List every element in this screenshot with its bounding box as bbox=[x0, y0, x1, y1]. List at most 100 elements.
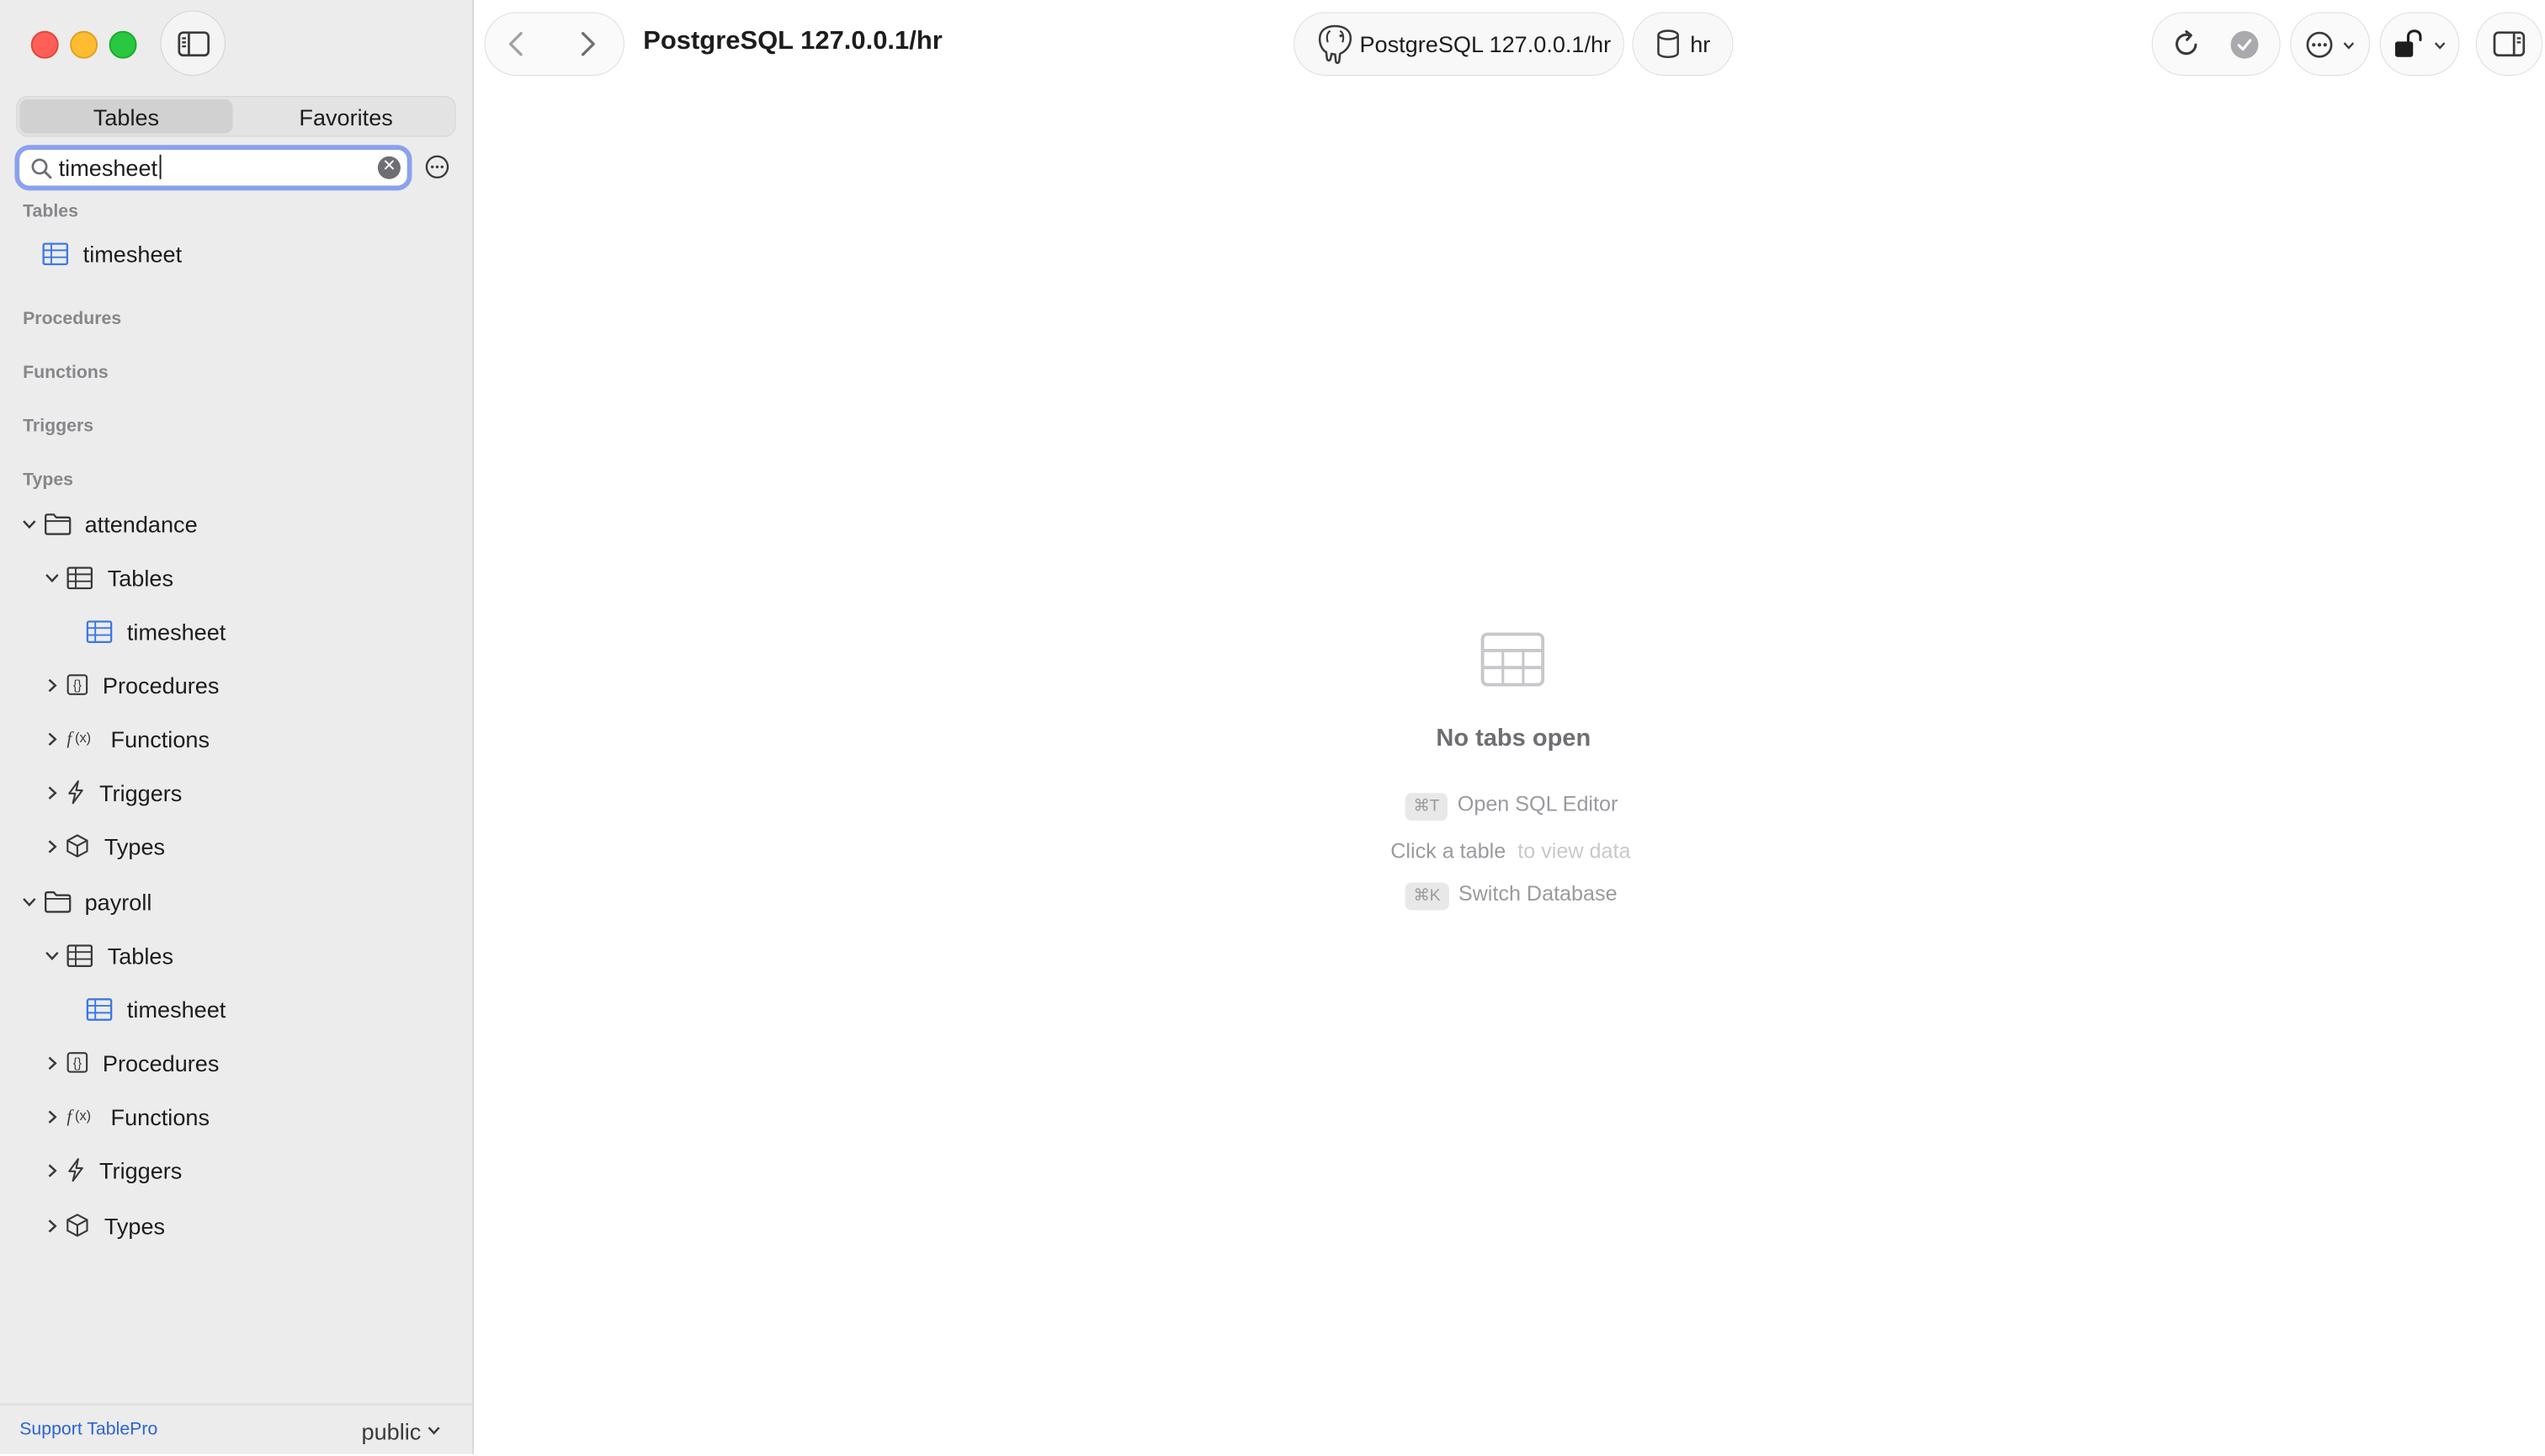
table-label: timesheet bbox=[82, 241, 183, 268]
close-icon: ✕ bbox=[382, 157, 396, 176]
chevron-down-icon bbox=[2434, 42, 2446, 50]
click-table-hint: Click a table to view data bbox=[1390, 838, 1630, 863]
more-options-button[interactable] bbox=[2291, 13, 2369, 75]
result-table-item[interactable]: timesheet bbox=[0, 236, 472, 273]
commit-button[interactable] bbox=[2230, 30, 2259, 59]
chevron-down-icon bbox=[45, 951, 59, 961]
shortcut-key: ⌘K bbox=[1405, 882, 1449, 911]
chevron-left-icon[interactable] bbox=[505, 31, 528, 57]
chevron-down-icon bbox=[427, 1427, 439, 1435]
cube-icon bbox=[66, 834, 88, 858]
folder-types[interactable]: Types bbox=[0, 1209, 472, 1245]
bolt-icon bbox=[68, 780, 83, 805]
chevron-right-icon bbox=[48, 678, 57, 693]
checkmark-icon bbox=[2237, 39, 2252, 51]
ellipsis-circle-icon bbox=[2306, 31, 2333, 58]
folder-icon bbox=[45, 513, 72, 535]
function-icon: f (x) bbox=[66, 1106, 91, 1126]
chevron-right-icon bbox=[48, 1056, 57, 1071]
section-label-functions: Functions bbox=[23, 363, 109, 383]
support-link[interactable]: Support TablePro bbox=[19, 1420, 157, 1439]
section-label-procedures: Procedures bbox=[23, 309, 122, 329]
table-label: timesheet bbox=[126, 996, 226, 1023]
sidebar-footer: Support TablePro public bbox=[0, 1403, 473, 1456]
svg-text:f: f bbox=[66, 1106, 74, 1126]
folder-types[interactable]: Types bbox=[0, 829, 472, 865]
table-item[interactable]: timesheet bbox=[0, 991, 472, 1028]
zoom-window-button[interactable] bbox=[109, 30, 137, 59]
table-icon bbox=[42, 242, 69, 266]
chevron-right-icon bbox=[48, 1220, 57, 1233]
chevron-right-icon bbox=[48, 840, 57, 853]
folder-tables[interactable]: Tables bbox=[0, 938, 472, 974]
window-title: PostgreSQL 127.0.0.1/hr bbox=[643, 27, 943, 56]
empty-state-title: No tabs open bbox=[1436, 724, 1591, 752]
refresh-commit-group bbox=[2152, 13, 2280, 75]
folder-tables[interactable]: Tables bbox=[0, 561, 472, 597]
ellipsis-circle-icon[interactable] bbox=[425, 155, 449, 179]
hint-label: Switch Database bbox=[1458, 880, 1618, 906]
svg-text:{}: {} bbox=[73, 1056, 82, 1071]
tab-favorites[interactable]: Favorites bbox=[239, 99, 452, 134]
search-input[interactable]: timesheet bbox=[59, 154, 161, 181]
schema-label: payroll bbox=[84, 889, 152, 916]
folder-procedures[interactable]: {} Procedures bbox=[0, 667, 472, 704]
sidebar-toggle-button[interactable] bbox=[161, 11, 225, 75]
sidebar-right-icon bbox=[2493, 31, 2526, 57]
folder-icon bbox=[45, 891, 72, 913]
tab-tables[interactable]: Tables bbox=[19, 99, 233, 134]
procedure-icon: {} bbox=[66, 674, 88, 695]
table-icon bbox=[86, 998, 113, 1021]
connection-button[interactable]: PostgreSQL 127.0.0.1/hr bbox=[1294, 13, 1623, 75]
table-label: timesheet bbox=[126, 619, 226, 646]
table-icon bbox=[86, 620, 113, 644]
schema-attendance[interactable]: attendance bbox=[0, 507, 472, 543]
chevron-right-icon bbox=[48, 786, 57, 800]
chevron-right-icon[interactable] bbox=[576, 31, 599, 57]
schema-selector[interactable]: public bbox=[362, 1418, 441, 1444]
sidebar-left-icon bbox=[177, 30, 210, 56]
open-sql-editor-hint: ⌘T Open SQL Editor bbox=[1405, 791, 1618, 821]
table-item[interactable]: timesheet bbox=[0, 614, 472, 650]
postgresql-elephant-icon bbox=[1318, 24, 1352, 64]
table-icon bbox=[66, 566, 93, 590]
navigation-controls bbox=[485, 13, 624, 75]
safe-mode-button[interactable] bbox=[2380, 13, 2459, 75]
procedure-icon: {} bbox=[66, 1052, 88, 1073]
folder-label: Functions bbox=[110, 1103, 210, 1130]
table-placeholder-icon bbox=[1480, 632, 1545, 687]
svg-text:{}: {} bbox=[73, 678, 82, 693]
close-window-button[interactable] bbox=[30, 30, 59, 59]
folder-functions[interactable]: f (x) Functions bbox=[0, 1099, 472, 1135]
folder-label: Triggers bbox=[99, 1157, 183, 1184]
folder-label: Procedures bbox=[102, 672, 220, 699]
section-label-tables: Tables bbox=[23, 201, 78, 222]
shortcut-key: ⌘T bbox=[1405, 793, 1448, 821]
hint-sublabel: to view data bbox=[1517, 838, 1631, 864]
inspector-toggle-button[interactable] bbox=[2476, 13, 2542, 75]
folder-triggers[interactable]: Triggers bbox=[0, 775, 472, 811]
switch-database-hint: ⌘K Switch Database bbox=[1405, 881, 1618, 911]
schema-payroll[interactable]: payroll bbox=[0, 885, 472, 921]
section-label-types: Types bbox=[23, 470, 74, 491]
refresh-icon[interactable] bbox=[2172, 29, 2202, 59]
folder-triggers[interactable]: Triggers bbox=[0, 1153, 472, 1189]
minimize-window-button[interactable] bbox=[70, 30, 98, 59]
search-field[interactable]: timesheet ✕ bbox=[14, 145, 412, 191]
connection-label: PostgreSQL 127.0.0.1/hr bbox=[1359, 30, 1612, 57]
folder-label: Types bbox=[104, 1213, 166, 1240]
lock-open-icon bbox=[2394, 29, 2422, 57]
database-button[interactable]: hr bbox=[1633, 13, 1733, 75]
folder-label: Tables bbox=[107, 943, 173, 970]
folder-label: Triggers bbox=[99, 779, 183, 806]
database-cylinder-icon bbox=[1657, 29, 1679, 58]
hint-label: Click a table bbox=[1390, 838, 1506, 864]
folder-label: Tables bbox=[107, 565, 173, 592]
chevron-right-icon bbox=[48, 1164, 57, 1177]
chevron-down-icon bbox=[45, 574, 59, 583]
clear-search-button[interactable]: ✕ bbox=[377, 156, 401, 179]
bolt-icon bbox=[68, 1158, 83, 1182]
svg-text:(x): (x) bbox=[75, 1108, 91, 1124]
sidebar-segmented-control: Tables Favorites bbox=[16, 96, 456, 137]
folder-procedures[interactable]: {} Procedures bbox=[0, 1045, 472, 1081]
